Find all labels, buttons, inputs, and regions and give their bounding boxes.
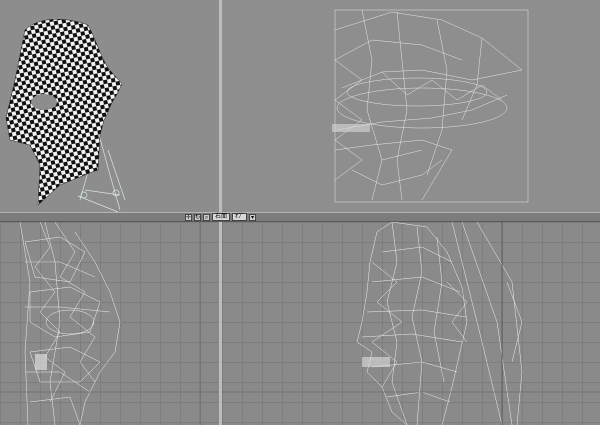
viewport-horizontal-splitter[interactable] xyxy=(0,212,600,222)
viewport-toolbar: ✛ ↻ ⌕ 右面 ｵﾌﾞ ▾ xyxy=(185,213,257,221)
chevron-down-icon[interactable]: ▾ xyxy=(249,213,257,221)
checkered-head-render xyxy=(5,19,126,212)
viewport-perspective[interactable] xyxy=(0,0,219,212)
zoom-icon[interactable]: ⌕ xyxy=(203,213,210,221)
viewport-side-right[interactable] xyxy=(222,222,600,425)
side-wireframe-left xyxy=(0,222,219,425)
uv-wireframe xyxy=(332,9,529,203)
move-icon[interactable]: ✛ xyxy=(185,213,192,221)
view-label[interactable]: 右面 xyxy=(212,213,231,221)
viewport-side-left[interactable] xyxy=(0,222,219,425)
rotate-icon[interactable]: ↻ xyxy=(194,213,201,221)
viewport-uv[interactable] xyxy=(222,0,600,212)
side-wireframe-right xyxy=(222,222,600,425)
mode-dropdown[interactable]: ｵﾌﾞ xyxy=(232,213,248,221)
mode-label: ｵﾌﾞ xyxy=(235,213,245,220)
